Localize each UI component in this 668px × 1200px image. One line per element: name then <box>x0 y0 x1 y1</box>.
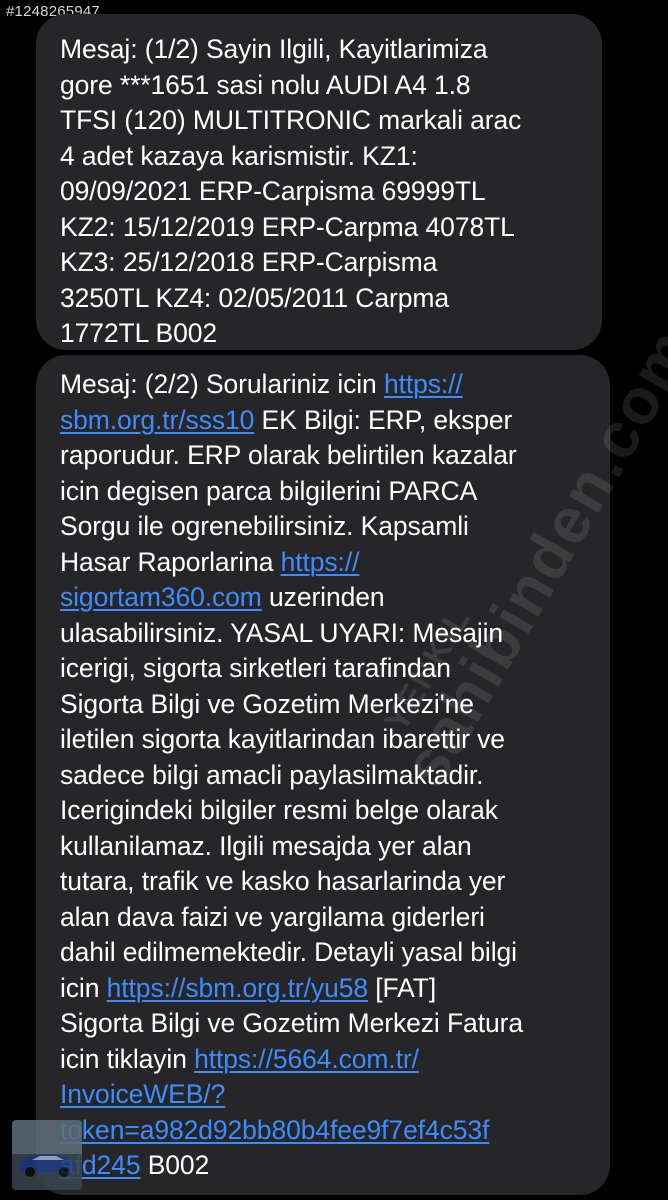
message-line: 3250TL KZ4: 02/05/2011 Carpma <box>60 282 449 313</box>
message-text: B002 <box>140 1150 210 1180</box>
sbm-sss-link[interactable]: sbm.org.tr/sss10 <box>60 405 254 435</box>
message-line: TFSI (120) MULTITRONIC markali arac <box>60 105 522 135</box>
message-line: afd245 B002 <box>60 1148 588 1184</box>
message-text: Mesaj: (2/2) Sorulariniz icin <box>60 369 384 399</box>
message-line: alan dava faizi ve yargilama giderleri <box>60 901 485 932</box>
invoice-link[interactable]: token=a982d92bb80b4fee9f7ef4c53f <box>60 1115 489 1145</box>
message-text: icin <box>60 972 107 1003</box>
invoice-link[interactable]: https://5664.com.tr/ <box>194 1044 419 1074</box>
message-line: KZ3: 25/12/2018 ERP-Carpisma <box>60 247 438 277</box>
message-line: kullanilamaz. Ilgili mesajda yer alan <box>60 830 472 861</box>
message-line: 09/09/2021 ERP-Carpisma 69999TL <box>60 176 486 206</box>
message-line: icin tiklayin https://5664.com.tr/ <box>60 1042 588 1078</box>
message-text: icin tiklayin <box>60 1043 195 1074</box>
message-text: EK Bilgi: ERP, eksper <box>254 404 513 435</box>
sigortam360-link[interactable]: https:// <box>281 547 360 577</box>
message-line: icerigi, sigorta sirketleri tarafindan <box>60 653 451 683</box>
message-line: dahil edilmemektedir. Detayli yasal bilg… <box>60 937 517 967</box>
message-line: Mesaj: (1/2) Sayin Ilgili, Kayitlarimiza <box>60 34 488 64</box>
message-line: ulasabilirsiniz. YASAL UYARI: Mesajin <box>60 617 504 648</box>
message-line: Mesaj: (2/2) Sorulariniz icin https:// <box>60 367 588 403</box>
message-line: 4 adet kazaya karismistir. KZ1: <box>60 140 418 171</box>
message-line: sadece bilgi amacli paylasilmaktadir. <box>60 759 484 790</box>
message-line: token=a982d92bb80b4fee9f7ef4c53f <box>60 1113 588 1149</box>
message-line: Sorgu ile ogrenebilirsiniz. Kapsamli <box>60 511 469 541</box>
message-line: iletilen sigorta kayitlarindan ibarettir… <box>60 724 505 754</box>
message-line: icin https://sbm.org.tr/yu58 [FAT] <box>60 971 588 1007</box>
message-line: gore ***1651 sasi nolu AUDI A4 1.8 <box>60 69 471 100</box>
message-text: [FAT] <box>367 972 437 1003</box>
message-line: sigortam360.com uzerinden <box>60 580 588 616</box>
message-bubble-2[interactable]: Mesaj: (2/2) Sorulariniz icin https:// s… <box>36 355 610 1195</box>
message-line: tutara, trafik ve kasko hasarlarinda yer <box>60 866 506 896</box>
message-line: Sigorta Bilgi ve Gozetim Merkezi'ne <box>60 688 474 719</box>
sbm-sss-link[interactable]: https:// <box>384 369 463 399</box>
message-line: Sigorta Bilgi ve Gozetim Merkezi Fatura <box>60 1008 523 1038</box>
message-line: raporudur. ERP olarak belirtilen kazalar <box>60 440 517 470</box>
message-line: InvoiceWEB/? <box>60 1077 588 1113</box>
car-thumbnail-icon[interactable] <box>12 1120 82 1190</box>
message-line: KZ2: 15/12/2019 ERP-Carpma 4078TL <box>60 211 515 242</box>
sigortam360-link[interactable]: sigortam360.com <box>60 582 262 612</box>
message-line: Hasar Raporlarina https:// <box>60 545 588 581</box>
message-line: icin degisen parca bilgilerini PARCA <box>60 475 478 506</box>
sbm-yu58-link[interactable]: https://sbm.org.tr/yu58 <box>107 973 368 1003</box>
message-line: 1772TL B002 <box>60 318 218 348</box>
message-text: uzerinden <box>261 582 385 612</box>
message-bubble-1[interactable]: Mesaj: (1/2) Sayin Ilgili, Kayitlarimiza… <box>36 14 602 350</box>
message-line: Icerigindeki bilgiler resmi belge olarak <box>60 795 498 825</box>
message-line: sbm.org.tr/sss10 EK Bilgi: ERP, eksper <box>60 403 588 439</box>
invoice-link[interactable]: InvoiceWEB/? <box>60 1079 225 1109</box>
message-text: Hasar Raporlarina <box>60 546 281 577</box>
